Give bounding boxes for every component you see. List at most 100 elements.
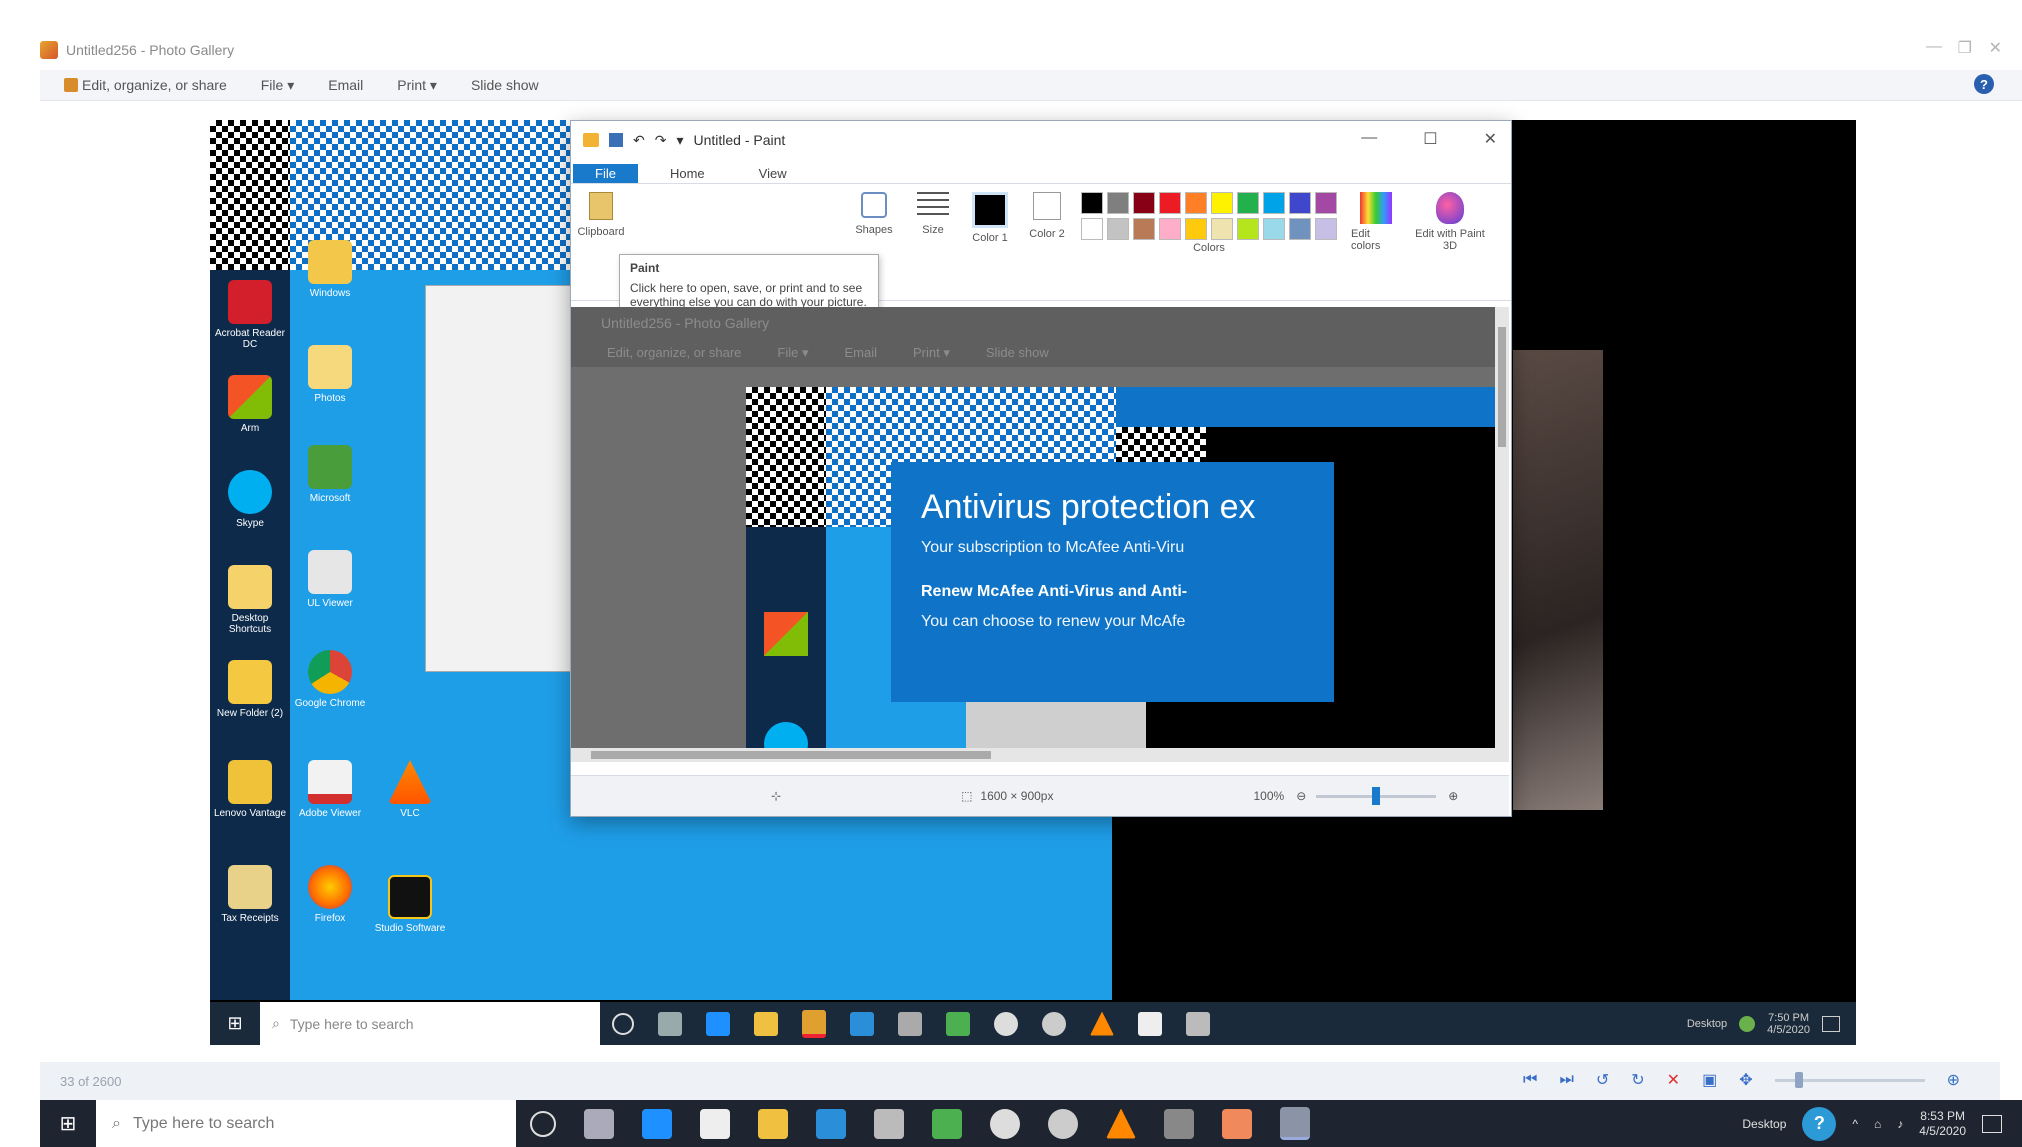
color-swatch[interactable]: [1263, 192, 1285, 214]
app-icon[interactable]: [946, 1011, 970, 1036]
rotate-left-icon[interactable]: ↺: [1596, 1070, 1609, 1090]
color-swatch[interactable]: [1237, 192, 1259, 214]
color-swatch[interactable]: [1107, 218, 1129, 240]
save-icon[interactable]: [609, 133, 623, 147]
color2-selector[interactable]: Color 2: [1027, 192, 1067, 240]
zoom-slider-thumb[interactable]: [1372, 786, 1381, 805]
color-swatch[interactable]: [1211, 218, 1233, 240]
zoom-in-button[interactable]: ⊕: [1448, 789, 1458, 803]
vertical-scroll-thumb[interactable]: [1498, 327, 1506, 447]
paint-window[interactable]: ↶ ↷ ▾ Untitled - Paint — ☐ ✕ File Home V…: [570, 120, 1512, 817]
desktop-icon[interactable]: Studio Software: [370, 875, 450, 934]
undo-icon[interactable]: ↶: [633, 132, 645, 149]
menu-print[interactable]: Print ▾: [397, 77, 437, 94]
desktop-icon[interactable]: Google Chrome: [290, 650, 370, 709]
vlc-icon[interactable]: [1106, 1108, 1136, 1139]
volume-icon[interactable]: ♪: [1897, 1117, 1903, 1131]
vlc-icon[interactable]: [1090, 1011, 1114, 1036]
store-icon[interactable]: [754, 1011, 778, 1036]
minimize-button[interactable]: —: [1926, 38, 1942, 56]
mail-icon[interactable]: [816, 1108, 846, 1139]
inner-search-input[interactable]: ⌕ Type here to search: [260, 1002, 600, 1045]
desktop-icon[interactable]: Desktop Shortcuts: [210, 565, 290, 635]
color-swatch[interactable]: [1159, 192, 1181, 214]
file-explorer-icon[interactable]: [758, 1108, 788, 1139]
paint-close-button[interactable]: ✕: [1484, 129, 1497, 149]
color-swatch[interactable]: [1289, 192, 1311, 214]
fit-to-window-icon[interactable]: ✥: [1739, 1070, 1752, 1090]
store-icon[interactable]: [700, 1108, 730, 1139]
desktop-icon[interactable]: Tax Receipts: [210, 865, 290, 924]
delete-icon[interactable]: ✕: [1667, 1070, 1680, 1090]
app-icon[interactable]: [874, 1108, 904, 1139]
desktop-icon[interactable]: Adobe Viewer: [290, 760, 370, 819]
gallery-zoom-slider[interactable]: [1774, 1071, 1925, 1088]
color-swatch[interactable]: [1133, 192, 1155, 214]
menu-file[interactable]: File ▾: [261, 77, 294, 94]
color-swatch[interactable]: [1237, 218, 1259, 240]
cortana-icon[interactable]: [612, 1012, 634, 1035]
edge-icon[interactable]: [706, 1011, 730, 1036]
zoom-slider[interactable]: [1316, 786, 1437, 805]
edit-colors-button[interactable]: Edit colors: [1351, 192, 1401, 252]
app-icon[interactable]: [898, 1011, 922, 1036]
file-explorer-icon[interactable]: [802, 1009, 826, 1038]
horizontal-scroll-thumb[interactable]: [591, 751, 991, 759]
start-icon[interactable]: ⊞: [40, 1100, 96, 1147]
color-swatch[interactable]: [1263, 218, 1285, 240]
network-icon[interactable]: [1739, 1015, 1756, 1032]
help-icon[interactable]: ?: [1974, 74, 1994, 94]
menu-edit-organize-share[interactable]: Edit, organize, or share: [64, 77, 227, 93]
previous-icon[interactable]: ⏮: [1523, 1071, 1537, 1089]
shapes-group[interactable]: Shapes: [849, 192, 899, 236]
color-swatch[interactable]: [1081, 218, 1103, 240]
clock[interactable]: 8:53 PM 4/5/2020: [1919, 1109, 1966, 1139]
notifications-icon[interactable]: [1822, 1015, 1840, 1032]
cortana-icon[interactable]: [530, 1110, 556, 1137]
tab-file[interactable]: File: [573, 164, 638, 183]
menu-email[interactable]: Email: [328, 77, 363, 93]
paint-maximize-button[interactable]: ☐: [1423, 129, 1437, 149]
app-icon[interactable]: [1042, 1011, 1066, 1036]
color-swatch[interactable]: [1159, 218, 1181, 240]
paint-minimize-button[interactable]: —: [1361, 129, 1377, 149]
task-view-icon[interactable]: [658, 1011, 682, 1036]
close-button[interactable]: ✕: [1989, 38, 2002, 58]
camera-icon[interactable]: [1138, 1011, 1162, 1036]
paint-canvas[interactable]: Untitled256 - Photo Gallery Edit, organi…: [571, 307, 1509, 762]
rotate-right-icon[interactable]: ↻: [1631, 1070, 1644, 1090]
horizontal-scrollbar[interactable]: [571, 748, 1495, 762]
app-icon[interactable]: [1048, 1108, 1078, 1139]
app-icon[interactable]: [1222, 1108, 1252, 1139]
tab-view[interactable]: View: [737, 164, 809, 183]
color-swatch[interactable]: [1185, 192, 1207, 214]
desktop-icon[interactable]: VLC: [370, 760, 450, 819]
tab-home[interactable]: Home: [648, 164, 727, 183]
zoom-out-button[interactable]: ⊖: [1296, 789, 1306, 803]
inner-start-icon[interactable]: ⊞: [210, 1002, 260, 1045]
vertical-scrollbar[interactable]: [1495, 307, 1509, 762]
desktop-icon[interactable]: Skype: [210, 470, 290, 529]
desktop-icon[interactable]: Acrobat Reader DC: [210, 280, 290, 350]
mail-icon[interactable]: [850, 1011, 874, 1036]
color-swatch[interactable]: [1315, 192, 1337, 214]
size-group[interactable]: Size: [913, 192, 953, 236]
desktop-icon[interactable]: New Folder (2): [210, 660, 290, 719]
gallery-zoom-thumb[interactable]: [1794, 1071, 1803, 1088]
desktop-icon[interactable]: Windows: [290, 240, 370, 299]
edit-with-paint3d-button[interactable]: Edit with Paint 3D: [1415, 192, 1485, 252]
color-swatch[interactable]: [1133, 218, 1155, 240]
app-icon[interactable]: [932, 1108, 962, 1139]
edge-icon[interactable]: [642, 1108, 672, 1139]
desktop-icon[interactable]: Firefox: [290, 865, 370, 924]
slideshow-icon[interactable]: ▣: [1702, 1070, 1717, 1090]
color1-selector[interactable]: Color 1: [967, 192, 1013, 244]
tray-chevron-icon[interactable]: ^: [1852, 1117, 1858, 1131]
color-swatch[interactable]: [1315, 218, 1337, 240]
photo-gallery-taskbar-icon[interactable]: [1280, 1107, 1310, 1140]
desktop-icon[interactable]: Photos: [290, 345, 370, 404]
task-view-icon[interactable]: [584, 1108, 614, 1139]
redo-icon[interactable]: ↷: [655, 132, 667, 149]
color-swatch[interactable]: [1289, 218, 1311, 240]
app-icon[interactable]: [1186, 1011, 1210, 1036]
